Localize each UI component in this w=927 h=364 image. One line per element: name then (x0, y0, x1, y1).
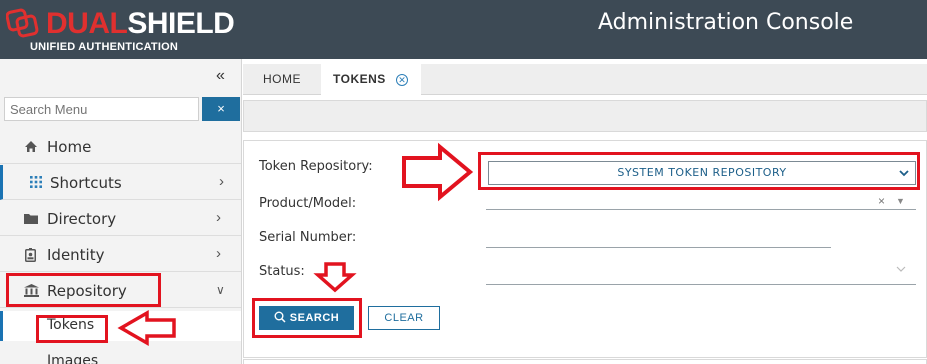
app-title: Administration Console (598, 10, 854, 35)
annotation-box-repository-menu (6, 273, 161, 307)
close-tab-icon[interactable]: ✕ (396, 74, 408, 86)
tab-bar: HOME TOKENS ✕ (243, 64, 927, 95)
menu-search-input[interactable] (4, 97, 199, 121)
chevron-right-icon: › (219, 173, 224, 190)
chevron-right-icon: › (216, 209, 221, 226)
collapse-sidebar-icon[interactable]: « (216, 67, 225, 85)
serial-number-label: Serial Number: (259, 230, 357, 245)
sidebar-item-home[interactable]: Home (0, 129, 241, 164)
id-badge-icon (25, 248, 41, 262)
logo-wordmark-shield: SHIELD (127, 7, 235, 40)
sidebar-item-shortcuts[interactable]: Shortcuts › (0, 165, 241, 200)
chevron-down-icon: ∨ (216, 283, 225, 297)
serial-number-input[interactable] (486, 247, 831, 248)
product-model-label: Product/Model: (259, 196, 357, 211)
tab-label: TOKENS (333, 72, 386, 86)
logo-wordmark-dual: DUAL (46, 7, 128, 40)
status-select[interactable] (486, 284, 916, 285)
annotation-box-repository-select (478, 152, 920, 190)
token-repository-label: Token Repository: (259, 159, 373, 174)
sidebar-item-label: Shortcuts (50, 174, 122, 192)
chevron-down-icon[interactable] (896, 265, 906, 275)
sidebar-item-label: Home (47, 138, 92, 156)
tab-home[interactable]: HOME (243, 64, 321, 95)
home-icon (24, 140, 40, 154)
sidebar-item-label: Directory (47, 210, 117, 228)
folder-icon (24, 212, 40, 226)
logo-mark-icon (6, 8, 39, 38)
menu-search-clear-button[interactable]: × (202, 97, 240, 121)
grid-icon (30, 176, 46, 190)
chevron-right-icon: › (216, 245, 221, 262)
annotation-box-tokens-menu (36, 315, 108, 343)
caret-down-icon[interactable]: ▼ (896, 196, 905, 206)
product-model-select[interactable] (486, 209, 916, 210)
sidebar-item-label: Identity (47, 246, 105, 264)
results-panel-edge (243, 359, 927, 364)
sidebar-subitem-images[interactable]: Images (0, 347, 241, 364)
status-label: Status: (259, 264, 305, 279)
sidebar-item-identity[interactable]: Identity › (0, 237, 241, 272)
toolbar (243, 100, 927, 132)
clear-selection-icon[interactable]: × (878, 194, 885, 208)
clear-button[interactable]: CLEAR (368, 306, 440, 330)
sidebar-item-directory[interactable]: Directory › (0, 201, 241, 236)
logo-tagline: UNIFIED AUTHENTICATION (30, 41, 179, 53)
annotation-box-search-button (252, 298, 362, 338)
app-header: DUALSHIELD UNIFIED AUTHENTICATION Admini… (0, 0, 927, 59)
sidebar-subitem-label: Images (47, 353, 99, 364)
dualshield-logo: DUALSHIELD UNIFIED AUTHENTICATION (6, 4, 235, 56)
logo-wordmark: DUALSHIELD (46, 7, 235, 41)
